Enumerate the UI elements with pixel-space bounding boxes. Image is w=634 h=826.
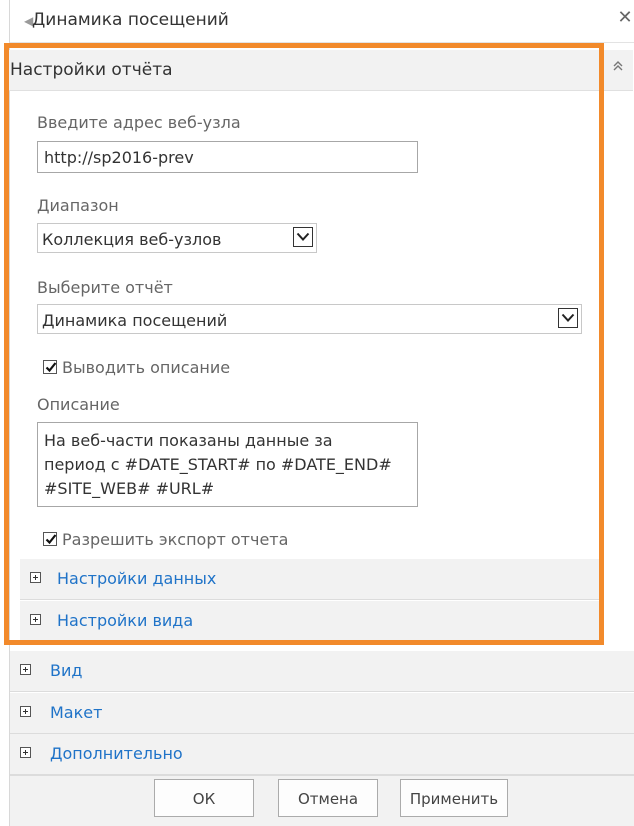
tool-pane: ◀ Динамика посещений ✕ Настройки отчёта … — [0, 0, 634, 826]
range-label: Диапазон — [37, 196, 119, 215]
advanced-section-link[interactable]: Дополнительно — [50, 744, 183, 763]
data-settings-row[interactable]: Настройки данных — [20, 559, 600, 600]
range-select[interactable]: Коллекция веб-узлов — [37, 223, 317, 253]
layout-section-row[interactable]: Макет — [10, 693, 634, 734]
report-selected-value: Динамика посещений — [42, 311, 228, 330]
report-select[interactable]: Динамика посещений — [37, 304, 582, 334]
show-description-checkbox[interactable] — [43, 360, 57, 374]
site-address-input[interactable] — [37, 141, 418, 173]
report-settings-header[interactable]: Настройки отчёта — [9, 50, 633, 91]
range-selected-value: Коллекция веб-узлов — [42, 230, 222, 249]
dialog-footer: ОК Отмена Применить — [10, 775, 634, 826]
description-textarea[interactable]: На веб-части показаны данные за период с… — [37, 422, 418, 507]
advanced-section-row[interactable]: Дополнительно — [10, 734, 634, 775]
chevron-down-icon[interactable] — [293, 227, 313, 247]
plus-box-icon[interactable] — [20, 664, 31, 675]
pane-title: Динамика посещений — [32, 10, 229, 30]
view-section-link[interactable]: Вид — [50, 661, 82, 680]
description-label: Описание — [37, 395, 120, 414]
plus-box-icon[interactable] — [20, 747, 31, 758]
ok-button[interactable]: ОК — [154, 779, 254, 817]
view-settings-link[interactable]: Настройки вида — [57, 611, 193, 630]
close-icon[interactable]: ✕ — [616, 8, 634, 28]
report-label: Выберите отчёт — [37, 278, 173, 297]
allow-export-label: Разрешить экспорт отчета — [62, 530, 289, 549]
show-description-option[interactable]: Выводить описание — [43, 358, 303, 378]
highlight-frame — [4, 43, 604, 645]
pane-title-bar: ◀ Динамика посещений ✕ — [10, 0, 634, 43]
report-settings-title: Настройки отчёта — [10, 60, 173, 80]
view-settings-row[interactable]: Настройки вида — [20, 601, 600, 642]
apply-button[interactable]: Применить — [400, 779, 508, 817]
data-settings-link[interactable]: Настройки данных — [57, 569, 216, 588]
double-chevron-up-icon[interactable] — [611, 59, 625, 77]
chevron-down-icon[interactable] — [558, 308, 578, 328]
layout-section-link[interactable]: Макет — [50, 703, 102, 722]
view-section-row[interactable]: Вид — [10, 651, 634, 692]
site-address-label: Введите адрес веб-узла — [37, 113, 241, 132]
plus-box-icon[interactable] — [30, 614, 41, 625]
plus-box-icon[interactable] — [30, 572, 41, 583]
plus-box-icon[interactable] — [20, 706, 31, 717]
cancel-button[interactable]: Отмена — [278, 779, 378, 817]
allow-export-checkbox[interactable] — [43, 532, 57, 546]
allow-export-option[interactable]: Разрешить экспорт отчета — [43, 530, 313, 550]
show-description-label: Выводить описание — [62, 358, 231, 377]
